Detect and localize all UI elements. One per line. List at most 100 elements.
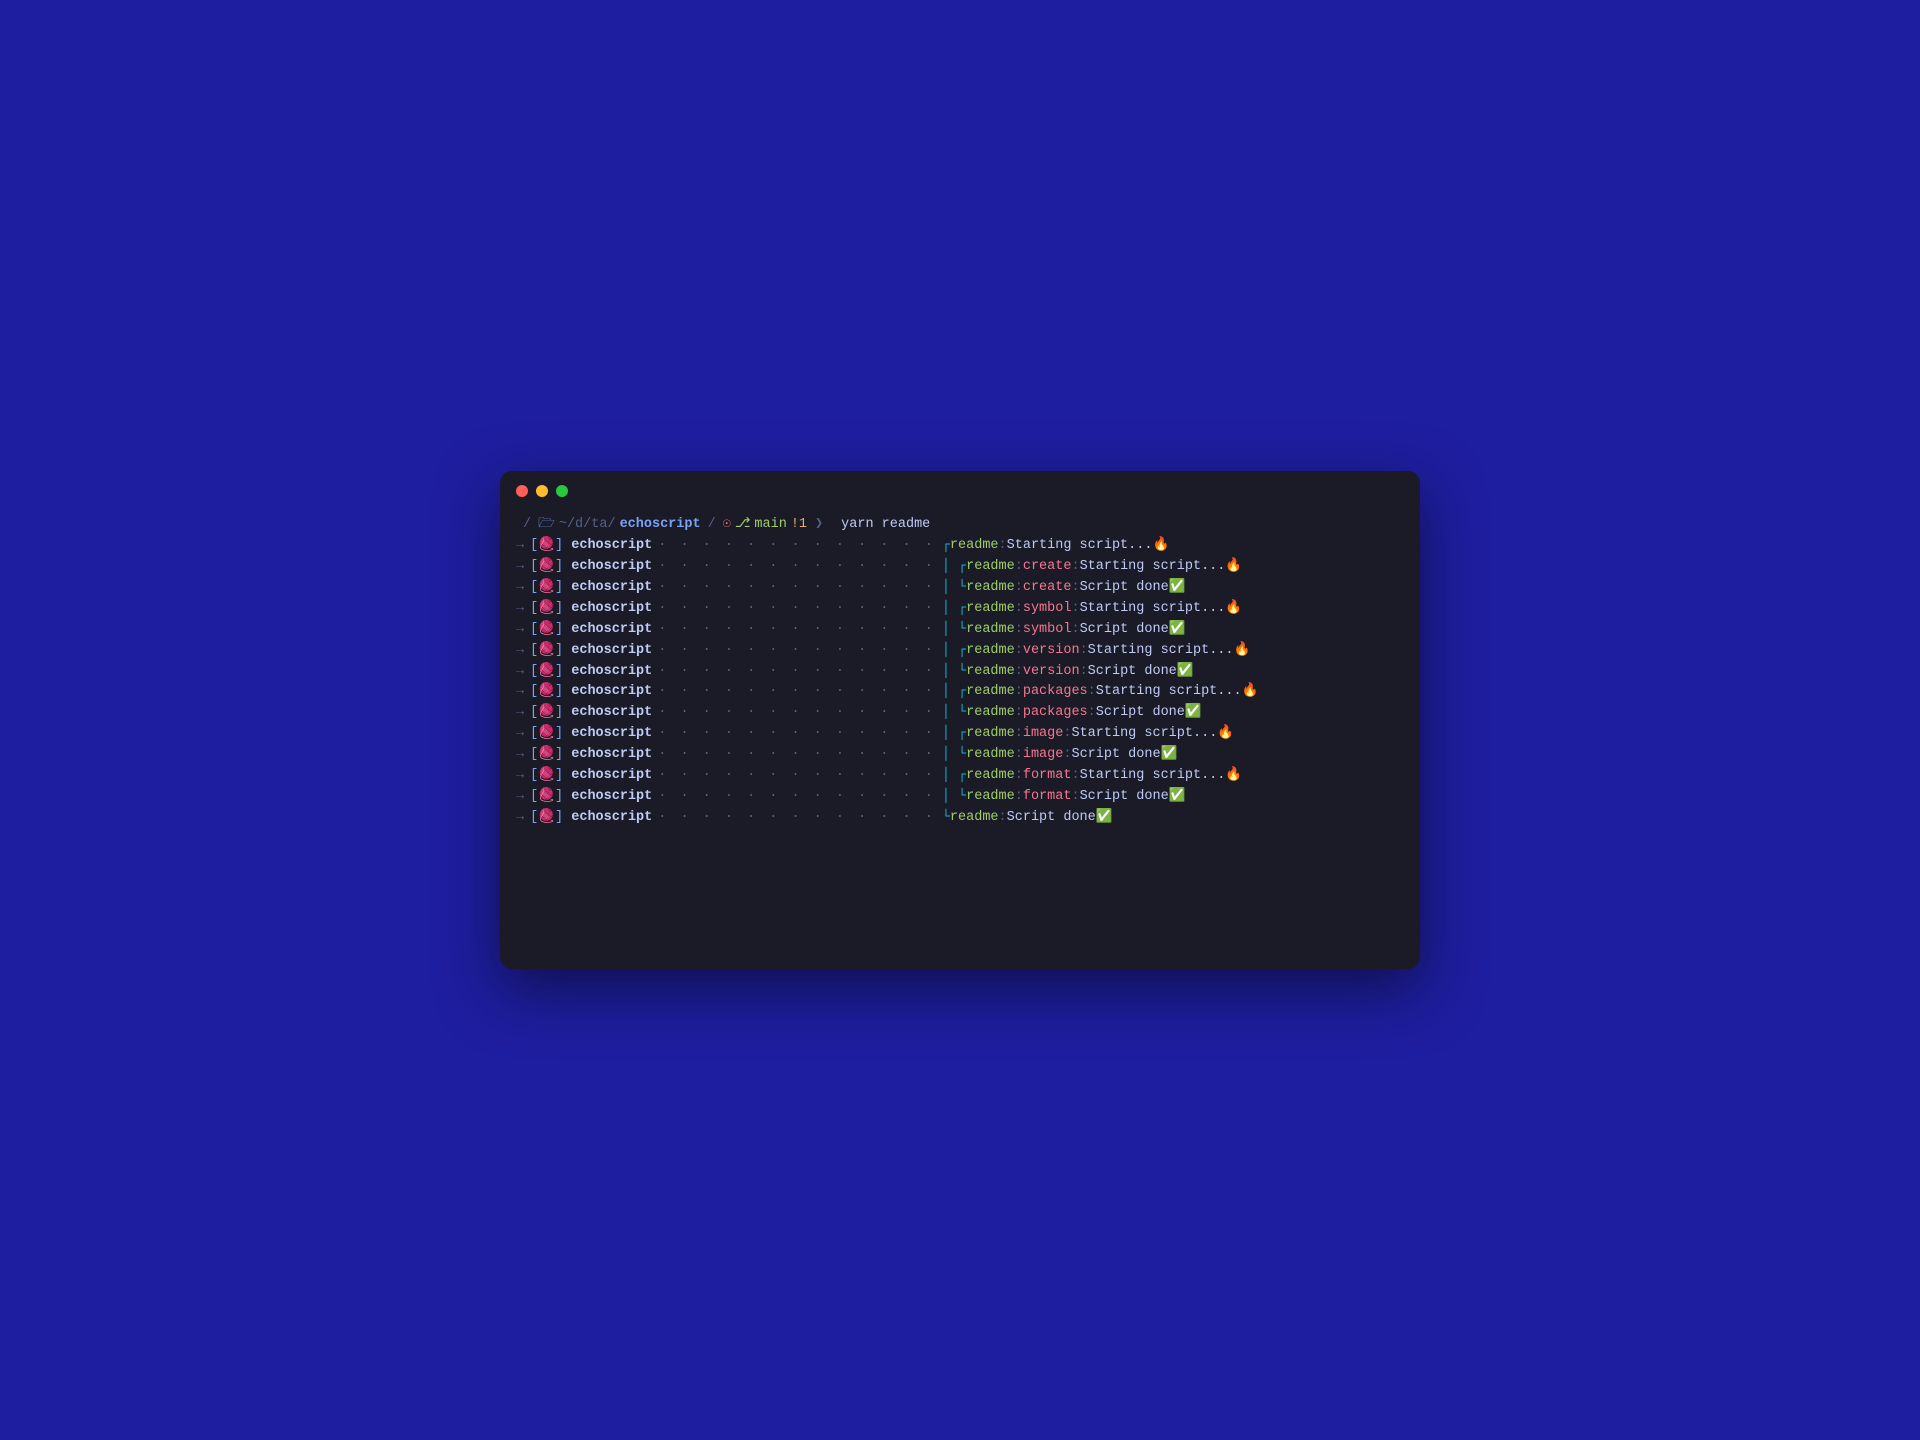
bracket: ] [555, 601, 563, 616]
script-name: readme [966, 766, 1015, 787]
dirty-indicator: !1 [791, 515, 807, 536]
bracket: [ [530, 768, 538, 783]
bracket: ] [555, 664, 563, 679]
scope-label: echoscript [571, 684, 652, 699]
tree-branch-icon: │ ┌ [942, 641, 966, 662]
status-emoji-icon: ✅ [1169, 578, 1186, 599]
message-text: Script done [1080, 620, 1169, 641]
subscript-name: packages [1023, 703, 1088, 724]
bracket: [ [530, 747, 538, 762]
arrow-icon: → [516, 580, 524, 595]
yarn-icon: 🧶 [538, 768, 555, 783]
log-line: →[🧶] echoscript· · · · · · · · · · · · ·… [516, 766, 1404, 787]
yarn-icon: 🧶 [538, 684, 555, 699]
script-name: readme [966, 599, 1015, 620]
tree-branch-icon: │ └ [942, 620, 966, 641]
dots-filler: · · · · · · · · · · · · · [658, 766, 936, 787]
tree-branch-icon: │ ┌ [942, 557, 966, 578]
script-name: readme [966, 557, 1015, 578]
tree-branch-icon: ┌ [942, 536, 950, 557]
dots-filler: · · · · · · · · · · · · · [658, 620, 936, 641]
tree-branch-icon: │ ┌ [942, 766, 966, 787]
bracket: ] [555, 538, 563, 553]
bracket: ] [555, 705, 563, 720]
dots-filler: · · · · · · · · · · · · · [658, 682, 936, 703]
log-line: →[🧶] echoscript· · · · · · · · · · · · ·… [516, 578, 1404, 599]
bracket: [ [530, 622, 538, 637]
log-line: →[🧶] echoscript· · · · · · · · · · · · ·… [516, 682, 1404, 703]
script-name: readme [966, 641, 1015, 662]
yarn-icon: 🧶 [538, 538, 555, 553]
terminal-content[interactable]: / 🗁 ~/d/ta/echoscript / ☉ ⎇ main !1 ❯ ya… [500, 507, 1420, 969]
subscript-name: image [1023, 745, 1064, 766]
yarn-icon: 🧶 [538, 559, 555, 574]
yarn-icon: 🧶 [538, 747, 555, 762]
message-text: Script done [1096, 703, 1185, 724]
log-message: │ ┌ readme:create: Starting script...🔥 [942, 557, 1242, 578]
yarn-icon: 🧶 [538, 810, 555, 825]
status-emoji-icon: 🔥 [1217, 724, 1234, 745]
log-line: →[🧶] echoscript· · · · · · · · · · · · ·… [516, 703, 1404, 724]
subscript-name: symbol [1023, 620, 1072, 641]
script-name: readme [966, 787, 1015, 808]
tree-branch-icon: │ └ [942, 703, 966, 724]
bracket: [ [530, 810, 538, 825]
message-text: Script done [1080, 787, 1169, 808]
script-name: readme [966, 703, 1015, 724]
prompt-line: / 🗁 ~/d/ta/echoscript / ☉ ⎇ main !1 ❯ ya… [516, 515, 1404, 536]
yarn-icon: 🧶 [538, 622, 555, 637]
bracket: ] [555, 810, 563, 825]
dots-filler: · · · · · · · · · · · · · [658, 724, 936, 745]
bracket: [ [530, 643, 538, 658]
arrow-icon: → [516, 622, 524, 637]
bracket: ] [555, 789, 563, 804]
scope-label: echoscript [571, 664, 652, 679]
tree-branch-icon: │ ┌ [942, 682, 966, 703]
scope-label: echoscript [571, 747, 652, 762]
github-icon: ☉ [723, 515, 731, 536]
status-emoji-icon: ✅ [1161, 745, 1178, 766]
scope-label: echoscript [571, 580, 652, 595]
close-icon[interactable] [516, 485, 528, 497]
log-line: →[🧶] echoscript· · · · · · · · · · · · ·… [516, 724, 1404, 745]
scope-label: echoscript [571, 601, 652, 616]
arrow-icon: → [516, 789, 524, 804]
subscript-name: version [1023, 662, 1080, 683]
message-text: Starting script... [1071, 724, 1217, 745]
log-message: └ readme: Script done✅ [942, 808, 1113, 829]
branch-name: main [754, 515, 786, 536]
arrow-icon: → [516, 705, 524, 720]
branch-icon: ⎇ [735, 515, 751, 536]
subscript-name: create [1023, 557, 1072, 578]
message-text: Starting script... [1007, 536, 1153, 557]
bracket: [ [530, 726, 538, 741]
log-message: │ └ readme:image: Script done✅ [942, 745, 1178, 766]
message-text: Script done [1071, 745, 1160, 766]
arrow-icon: → [516, 559, 524, 574]
tree-branch-icon: │ ┌ [942, 724, 966, 745]
subscript-name: format [1023, 766, 1072, 787]
script-name: readme [966, 578, 1015, 599]
log-line: →[🧶] echoscript· · · · · · · · · · · · ·… [516, 620, 1404, 641]
message-text: Starting script... [1096, 682, 1242, 703]
yarn-icon: 🧶 [538, 705, 555, 720]
status-emoji-icon: ✅ [1096, 808, 1113, 829]
status-emoji-icon: ✅ [1169, 620, 1186, 641]
dots-filler: · · · · · · · · · · · · · [658, 703, 936, 724]
tree-branch-icon: └ [942, 808, 950, 829]
bracket: [ [530, 705, 538, 720]
dots-filler: · · · · · · · · · · · · · [658, 787, 936, 808]
log-line: →[🧶] echoscript· · · · · · · · · · · · ·… [516, 745, 1404, 766]
dots-filler: · · · · · · · · · · · · · [658, 599, 936, 620]
maximize-icon[interactable] [556, 485, 568, 497]
log-message: │ └ readme:packages: Script done✅ [942, 703, 1202, 724]
arrow-icon: → [516, 643, 524, 658]
arrow-icon: → [516, 601, 524, 616]
subscript-name: packages [1023, 682, 1088, 703]
message-text: Starting script... [1080, 557, 1226, 578]
scope-label: echoscript [571, 538, 652, 553]
bracket: ] [555, 684, 563, 699]
minimize-icon[interactable] [536, 485, 548, 497]
tree-branch-icon: │ ┌ [942, 599, 966, 620]
arrow-icon: → [516, 810, 524, 825]
